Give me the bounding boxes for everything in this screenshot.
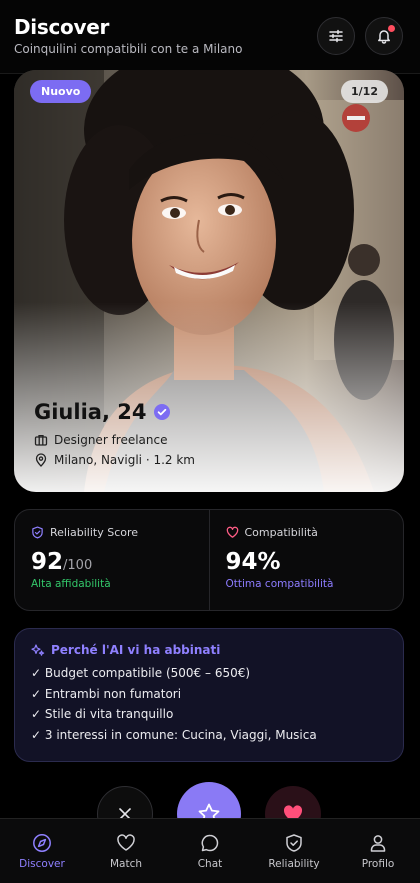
- tab-reliability[interactable]: Reliability: [252, 819, 336, 883]
- tab-profile[interactable]: Profilo: [336, 819, 420, 883]
- page-subtitle: Coinquilini compatibili con te a Milano: [14, 42, 243, 56]
- profile-location: Milano, Navigli · 1.2 km: [54, 453, 195, 467]
- compatibility-value: 94%: [225, 549, 281, 575]
- ai-reason-item: ✓ Entrambi non fumatori: [31, 686, 182, 701]
- ai-match-panel: Perché l'AI vi ha abbinati ✓ Budget comp…: [14, 628, 404, 762]
- sliders-icon: [329, 29, 343, 43]
- page-title: Discover: [14, 15, 110, 39]
- photo-counter: 1/12: [341, 80, 388, 103]
- tab-label: Profilo: [361, 858, 395, 870]
- profile-job: Designer freelance: [54, 433, 168, 447]
- tab-label: Discover: [19, 858, 65, 870]
- reliability-note: Alta affidabilità: [31, 578, 111, 590]
- ai-reason-item: ✓ Stile di vita tranquillo: [31, 707, 174, 721]
- reliability-label: Reliability Score: [50, 526, 139, 539]
- sparkles-icon: [31, 644, 45, 656]
- reliability-value: 92: [31, 549, 64, 575]
- profile-info: Giulia, 24 Designer freelance Milano, Na…: [34, 400, 195, 467]
- ai-match-title: Perché l'AI vi ha abbinati: [51, 643, 221, 657]
- top-header: Discover Coinquilini compatibili con te …: [0, 0, 420, 74]
- briefcase-icon: [34, 434, 48, 446]
- profile-card[interactable]: Nuovo 1/12 Giulia, 24 Designer freelance…: [14, 70, 404, 492]
- tab-label: Match: [109, 858, 143, 870]
- filter-button[interactable]: [317, 17, 355, 55]
- reliability-score-box[interactable]: Reliability Score 92/100 Alta affidabili…: [15, 510, 209, 610]
- shield-check-icon: [32, 526, 43, 539]
- compatibility-note: Ottima compatibilità: [225, 578, 334, 590]
- chat-bubble-icon: [201, 834, 219, 852]
- reliability-suffix: /100: [63, 558, 93, 573]
- compass-icon: [33, 834, 51, 852]
- notifications-button[interactable]: [365, 17, 403, 55]
- tab-match[interactable]: Match: [84, 819, 168, 883]
- score-panel: Reliability Score 92/100 Alta affidabili…: [14, 509, 404, 611]
- user-icon: [370, 835, 386, 852]
- notification-dot: [388, 25, 395, 32]
- tab-label: Reliability: [268, 858, 320, 870]
- tab-label: Chat: [197, 858, 223, 870]
- compatibility-label: Compatibilità: [244, 526, 318, 539]
- tab-discover[interactable]: Discover: [0, 819, 84, 883]
- profile-name: Giulia, 24: [34, 400, 147, 424]
- location-pin-icon: [35, 453, 47, 467]
- new-badge: Nuovo: [30, 80, 92, 103]
- verified-icon: [154, 404, 171, 420]
- shield-check-icon: [286, 834, 302, 852]
- ai-reason-item: ✓ Budget compatibile (500€ – 650€): [31, 666, 251, 680]
- heart-icon: [117, 834, 135, 851]
- heart-outline-icon: [226, 526, 238, 538]
- bottom-tab-bar: Discover Match Chat Reliability Profilo: [0, 818, 420, 883]
- tab-chat[interactable]: Chat: [168, 819, 252, 883]
- ai-reason-item: ✓ 3 interessi in comune: Cucina, Viaggi,…: [31, 727, 317, 742]
- compatibility-score-box[interactable]: Compatibilità 94% Ottima compatibilità: [208, 510, 404, 610]
